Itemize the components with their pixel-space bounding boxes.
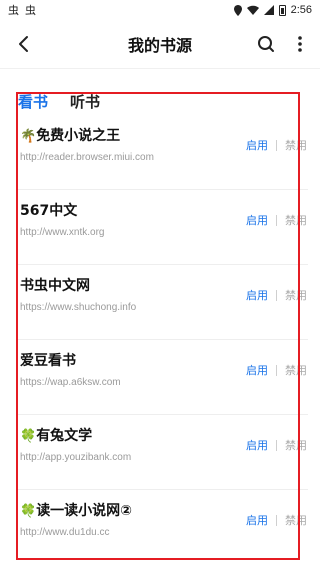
notification-icon: 虫 bbox=[8, 5, 19, 17]
location-icon bbox=[233, 4, 242, 16]
source-url: https://wap.a6ksw.com bbox=[20, 377, 121, 388]
enable-button[interactable]: 启用 bbox=[246, 437, 268, 453]
source-title: 书虫中文网 bbox=[20, 275, 90, 295]
enable-button[interactable]: 启用 bbox=[246, 137, 268, 153]
tab-bar: 看书 听书 bbox=[18, 90, 100, 112]
source-actions: 启用 禁用 bbox=[246, 362, 307, 378]
enable-button[interactable]: 启用 bbox=[246, 287, 268, 303]
search-icon[interactable] bbox=[256, 34, 276, 54]
disable-button[interactable]: 禁用 bbox=[285, 362, 307, 378]
back-arrow-icon[interactable] bbox=[14, 34, 34, 54]
palm-tree-icon: 🌴 bbox=[20, 129, 37, 144]
page-title: 我的书源 bbox=[127, 36, 192, 55]
clover-icon: 🍀 bbox=[20, 429, 37, 444]
source-url: http://app.youzibank.com bbox=[20, 452, 132, 463]
source-name: 567中文 bbox=[20, 203, 78, 219]
header-divider bbox=[0, 68, 320, 69]
source-title: 🍀有兔文学 bbox=[20, 425, 92, 445]
source-name: 有兔文学 bbox=[36, 428, 93, 444]
source-actions: 启用 禁用 bbox=[246, 212, 307, 228]
source-actions: 启用 禁用 bbox=[246, 287, 307, 303]
status-time: 2:56 bbox=[290, 4, 312, 16]
list-item: 567中文 http://www.xntk.org 启用 禁用 bbox=[18, 190, 308, 265]
source-url: http://www.xntk.org bbox=[20, 227, 105, 238]
status-right: 2:56 bbox=[233, 4, 312, 16]
source-title: 爱豆看书 bbox=[20, 350, 76, 370]
source-list: 🌴免费小说之王 http://reader.browser.miui.com 启… bbox=[18, 115, 308, 565]
battery-icon bbox=[278, 4, 286, 16]
source-title: 🍀读一读小说网② bbox=[20, 500, 132, 520]
source-url: https://www.shuchong.info bbox=[20, 302, 137, 313]
list-item: 爱豆看书 https://wap.a6ksw.com 启用 禁用 bbox=[18, 340, 308, 415]
disable-button[interactable]: 禁用 bbox=[285, 212, 307, 228]
disable-button[interactable]: 禁用 bbox=[285, 512, 307, 528]
action-separator bbox=[276, 514, 277, 526]
source-url: http://www.du1du.cc bbox=[20, 527, 110, 538]
disable-button[interactable]: 禁用 bbox=[285, 287, 307, 303]
source-name: 书虫中文网 bbox=[20, 278, 90, 294]
signal-icon bbox=[263, 5, 274, 15]
more-options-icon[interactable] bbox=[294, 34, 306, 54]
disable-button[interactable]: 禁用 bbox=[285, 437, 307, 453]
list-item: 书虫中文网 https://www.shuchong.info 启用 禁用 bbox=[18, 265, 308, 340]
enable-button[interactable]: 启用 bbox=[246, 362, 268, 378]
enable-button[interactable]: 启用 bbox=[246, 512, 268, 528]
enable-button[interactable]: 启用 bbox=[246, 212, 268, 228]
source-actions: 启用 禁用 bbox=[246, 437, 307, 453]
source-name: 免费小说之王 bbox=[36, 128, 121, 144]
action-separator bbox=[276, 214, 277, 226]
list-item: 🌴免费小说之王 http://reader.browser.miui.com 启… bbox=[18, 115, 308, 190]
app-bar: 我的书源 bbox=[0, 20, 320, 68]
action-separator bbox=[276, 439, 277, 451]
wifi-icon bbox=[246, 5, 259, 15]
source-name: 爱豆看书 bbox=[20, 353, 76, 369]
disable-button[interactable]: 禁用 bbox=[285, 137, 307, 153]
tab-listen[interactable]: 听书 bbox=[70, 91, 100, 112]
action-separator bbox=[276, 364, 277, 376]
source-name: 读一读小说网② bbox=[36, 503, 133, 519]
source-url: http://reader.browser.miui.com bbox=[20, 152, 154, 163]
source-actions: 启用 禁用 bbox=[246, 512, 307, 528]
source-actions: 启用 禁用 bbox=[246, 137, 307, 153]
tab-read[interactable]: 看书 bbox=[18, 91, 48, 112]
list-item: 🍀有兔文学 http://app.youzibank.com 启用 禁用 bbox=[18, 415, 308, 490]
source-title: 🌴免费小说之王 bbox=[20, 125, 120, 145]
notification-icon: 虫 bbox=[25, 5, 36, 17]
source-title: 567中文 bbox=[20, 200, 77, 220]
clover-icon: 🍀 bbox=[20, 504, 37, 519]
status-left: 虫 虫 bbox=[8, 2, 36, 18]
action-separator bbox=[276, 289, 277, 301]
status-bar: 虫 虫 2:56 bbox=[0, 0, 320, 20]
action-separator bbox=[276, 139, 277, 151]
list-item: 🍀读一读小说网② http://www.du1du.cc 启用 禁用 bbox=[18, 490, 308, 565]
